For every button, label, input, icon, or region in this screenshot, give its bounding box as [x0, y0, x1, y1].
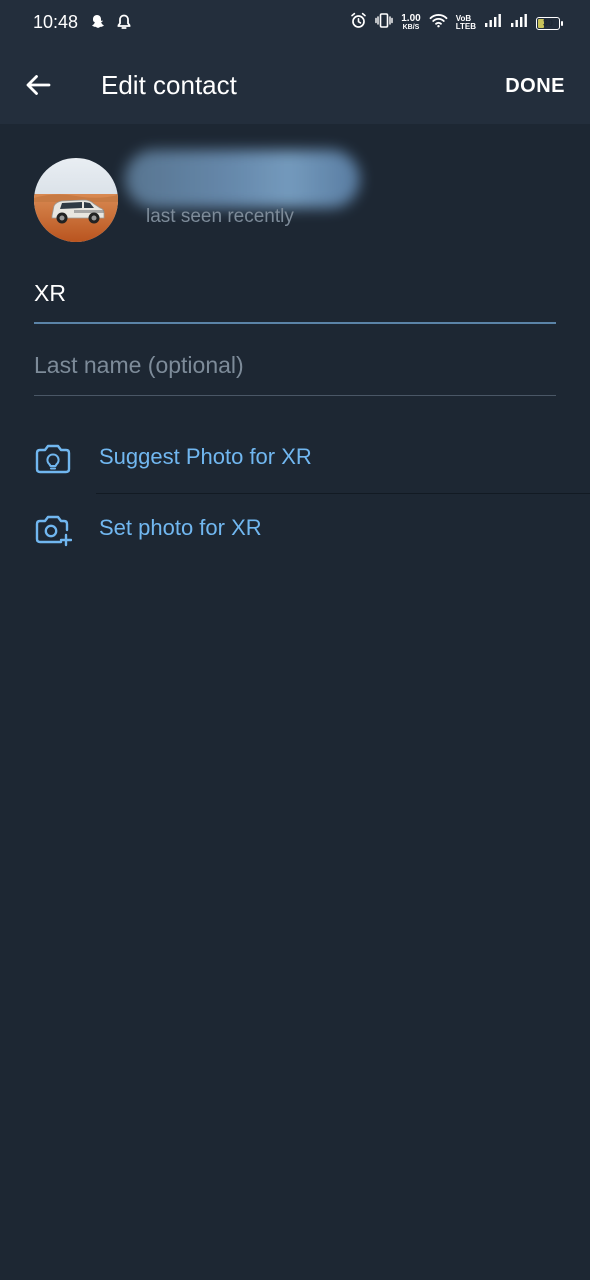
page-title: Edit contact — [101, 70, 237, 100]
status-bar: 10:48 1.00 KB/S VoB LTEB 30 — [0, 0, 590, 46]
status-right-icons: 1.00 KB/S VoB LTEB 30 — [350, 12, 563, 34]
signal-1-icon — [484, 13, 502, 33]
avatar-photo — [34, 158, 118, 242]
status-time: 10:48 — [33, 12, 79, 32]
first-name-field[interactable] — [34, 264, 556, 324]
volte-bottom: LTEB — [455, 22, 476, 31]
app-bar: Edit contact DONE — [0, 46, 590, 124]
camera-suggest-icon — [35, 444, 71, 474]
set-photo-row[interactable]: Set photo for XR — [0, 493, 590, 563]
contact-name-redacted — [125, 150, 360, 208]
last-name-input[interactable] — [34, 336, 556, 395]
battery-icon: 30 — [536, 16, 563, 30]
first-name-input[interactable] — [34, 264, 556, 322]
arrow-left-icon — [26, 75, 51, 95]
done-button[interactable]: DONE — [505, 75, 565, 98]
status-left-icons — [88, 13, 132, 36]
vibrate-icon — [375, 12, 393, 34]
volte-indicator: VoB LTEB — [456, 15, 476, 31]
last-seen-status: last seen recently — [146, 206, 294, 227]
set-photo-label: Set photo for XR — [99, 515, 262, 540]
signal-2-icon — [510, 13, 528, 33]
avatar[interactable] — [34, 158, 118, 242]
snapchat-icon — [88, 13, 106, 36]
last-name-field[interactable] — [34, 336, 556, 396]
back-button[interactable] — [22, 71, 54, 99]
battery-level: 30 — [542, 18, 553, 28]
network-speed-value: 1.00 — [401, 13, 421, 24]
notification-bell-icon — [116, 13, 132, 36]
edit-contact-screen: 10:48 1.00 KB/S VoB LTEB 30 Edit contact… — [0, 0, 590, 1280]
suggest-photo-row[interactable]: Suggest Photo for XR — [0, 422, 590, 492]
camera-add-icon — [35, 515, 72, 547]
suggest-photo-label: Suggest Photo for XR — [99, 444, 312, 469]
alarm-icon — [350, 12, 367, 34]
network-speed-unit: KB/S — [402, 24, 420, 31]
network-speed: 1.00 KB/S — [401, 14, 420, 32]
wifi-icon — [429, 13, 448, 33]
